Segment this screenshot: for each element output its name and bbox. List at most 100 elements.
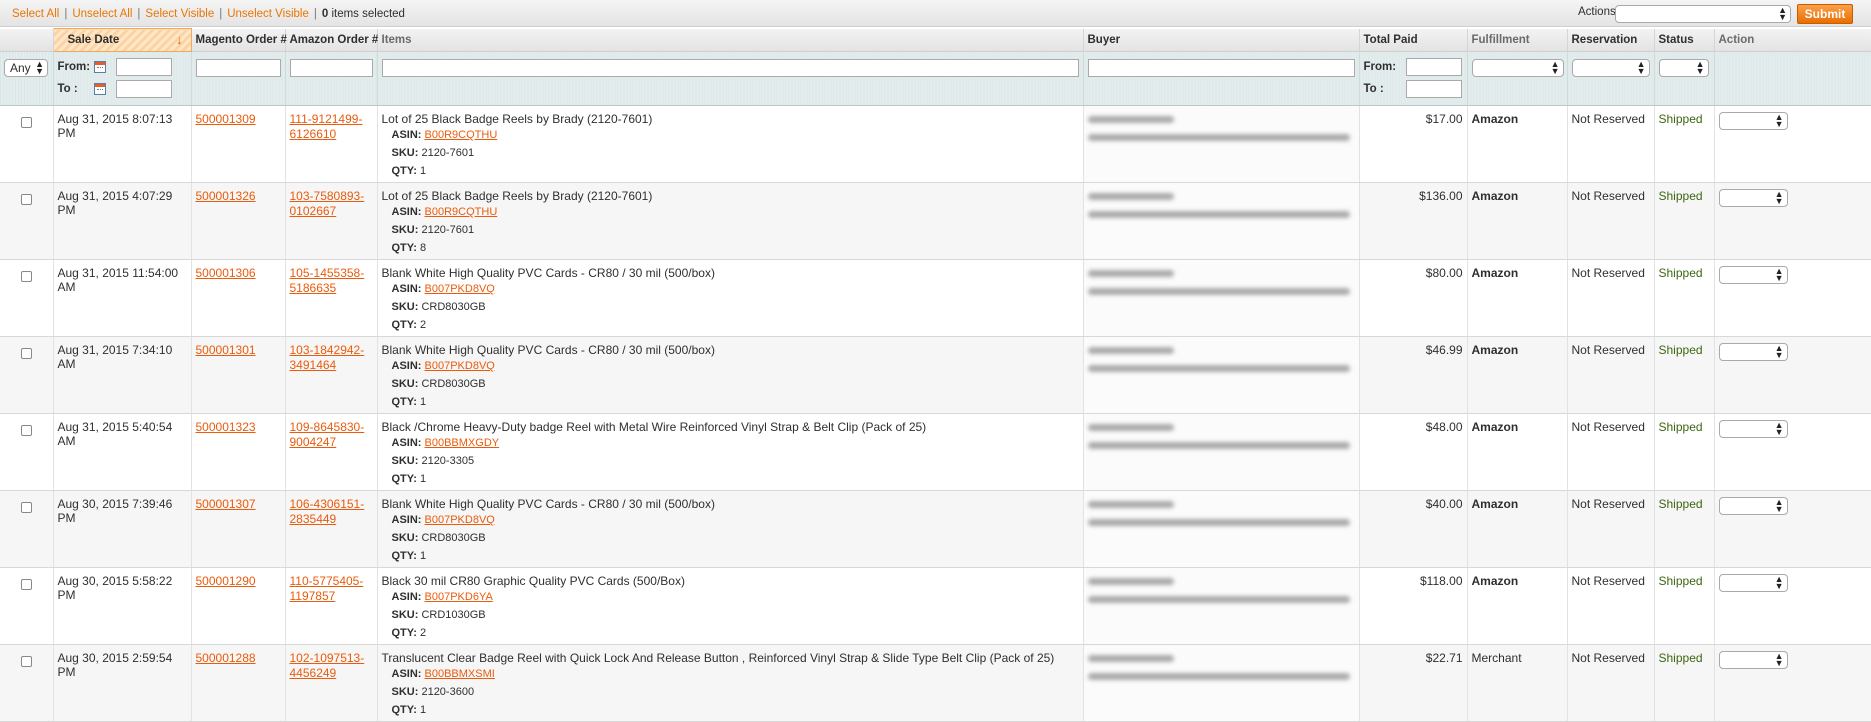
row-action-select[interactable]: ▲ ▼ <box>1718 343 1788 361</box>
row-action-select[interactable]: ▲ ▼ <box>1718 112 1788 130</box>
select-arrows-icon: ▲ ▼ <box>1774 497 1784 514</box>
buyer-email-redacted <box>1087 519 1350 526</box>
row-action-select[interactable]: ▲ ▼ <box>1718 189 1788 207</box>
amazon-order-link[interactable]: 110-5775405- 1197857 <box>290 574 364 603</box>
filter-massaction-select[interactable]: Any ▲ ▼ <box>4 59 48 77</box>
status-badge: Shipped <box>1658 574 1703 588</box>
buyer-name-redacted <box>1087 193 1174 200</box>
submit-button[interactable]: Submit <box>1797 4 1853 24</box>
amazon-order-link[interactable]: 106-4306151- 2835449 <box>290 497 365 526</box>
sku-label: SKU: <box>391 378 419 390</box>
row-checkbox[interactable] <box>20 271 32 282</box>
header-sale-date[interactable]: Sale Date ↓ <box>52 28 192 52</box>
actions-select[interactable]: ▲ ▼ <box>1615 5 1791 23</box>
select-visible-link[interactable]: Select Visible <box>145 8 214 20</box>
row-checkbox[interactable] <box>20 502 32 513</box>
unselect-visible-link[interactable]: Unselect Visible <box>227 8 309 20</box>
buyer-name-redacted <box>1087 116 1174 123</box>
sku-value: 2120-7601 <box>421 224 475 236</box>
qty-label: QTY: <box>391 165 417 177</box>
row-checkbox[interactable] <box>20 656 32 667</box>
asin-link[interactable]: B007PKD6YA <box>425 591 493 603</box>
asin-label: ASIN: <box>391 206 422 218</box>
magento-order-link[interactable]: 500001307 <box>196 497 256 511</box>
reservation: Not Reserved <box>1571 343 1645 357</box>
filter-date-from-label: From: <box>57 61 91 73</box>
filter-buyer-input[interactable] <box>1087 59 1355 77</box>
amazon-order-link[interactable]: 109-8645830- 9004247 <box>290 420 365 449</box>
filter-fulfillment-select[interactable]: ▲ ▼ <box>1471 59 1564 77</box>
filter-magento-input[interactable] <box>195 59 281 77</box>
amazon-order-link[interactable]: 105-1455358- 5186635 <box>290 266 365 295</box>
status-badge: Shipped <box>1658 112 1703 126</box>
asin-link[interactable]: B00BBMXGDY <box>425 437 500 449</box>
amazon-order-link[interactable]: 103-7580893- 0102667 <box>290 189 365 218</box>
magento-order-link[interactable]: 500001326 <box>196 189 256 203</box>
status-cell: Shipped <box>1654 336 1715 414</box>
sale-date-cell: Aug 31, 2015 5:40:54 AM <box>53 413 192 491</box>
qty-value: 8 <box>420 242 427 254</box>
order-row: Aug 31, 2015 4:07:29 PM 500001326 103-75… <box>0 182 1871 260</box>
amazon-order-part1: 103-1842942- <box>289 343 365 357</box>
unselect-all-link[interactable]: Unselect All <box>72 8 132 20</box>
filter-date-to-input[interactable] <box>115 80 172 98</box>
row-checkbox[interactable] <box>20 194 32 205</box>
header-magento-order[interactable]: Magento Order # <box>191 28 287 52</box>
asin-link[interactable]: B007PKD8VQ <box>425 514 495 526</box>
magento-order-link[interactable]: 500001301 <box>196 343 256 357</box>
buyer-cell <box>1083 182 1360 260</box>
row-action-select[interactable]: ▲ ▼ <box>1718 497 1788 515</box>
magento-order-link[interactable]: 500001306 <box>196 266 256 280</box>
filter-total-from-input[interactable] <box>1405 58 1462 76</box>
filter-reservation-select[interactable]: ▲ ▼ <box>1571 59 1650 77</box>
item-title: Lot of 25 Black Badge Reels by Brady (21… <box>381 112 653 126</box>
asin-link[interactable]: B00R9CQTHU <box>425 206 498 218</box>
header-total-paid[interactable]: Total Paid <box>1359 28 1468 52</box>
fulfillment: Amazon <box>1471 497 1519 511</box>
select-arrows-icon: ▲ ▼ <box>1636 59 1646 76</box>
magento-order-link[interactable]: 500001290 <box>196 574 256 588</box>
filter-items-input[interactable] <box>381 59 1079 77</box>
magento-order-link[interactable]: 500001288 <box>196 651 256 665</box>
header-reservation[interactable]: Reservation <box>1567 28 1655 52</box>
header-amazon-order[interactable]: Amazon Order # <box>285 28 378 52</box>
filter-status-cell: ▲ ▼ <box>1654 51 1715 106</box>
select-arrows-icon: ▲ ▼ <box>1774 651 1784 668</box>
row-checkbox[interactable] <box>20 348 32 359</box>
asin-link[interactable]: B007PKD8VQ <box>425 360 495 372</box>
filter-total-to-input[interactable] <box>1405 80 1462 98</box>
qty-value: 2 <box>420 319 427 331</box>
filter-status-select[interactable]: ▲ ▼ <box>1658 59 1709 77</box>
reservation-cell: Not Reserved <box>1567 567 1655 645</box>
row-checkbox[interactable] <box>20 117 32 128</box>
row-action-select[interactable]: ▲ ▼ <box>1718 574 1788 592</box>
header-status[interactable]: Status <box>1654 28 1715 52</box>
row-checkbox[interactable] <box>20 579 32 590</box>
total-paid-cell: $80.00 <box>1359 259 1468 337</box>
sale-date-cell: Aug 31, 2015 11:54:00 AM <box>53 259 192 337</box>
amazon-order-link[interactable]: 103-1842942- 3491464 <box>290 343 365 372</box>
row-action-select[interactable]: ▲ ▼ <box>1718 651 1788 669</box>
qty-value: 1 <box>420 473 427 485</box>
asin-link[interactable]: B00R9CQTHU <box>425 129 498 141</box>
amazon-order-link[interactable]: 111-9121499- 6126610 <box>290 112 363 141</box>
fulfillment: Amazon <box>1471 574 1519 588</box>
row-action-select[interactable]: ▲ ▼ <box>1718 420 1788 438</box>
row-checkbox[interactable] <box>20 425 32 436</box>
separator: | <box>64 8 68 20</box>
asin-link[interactable]: B00BBMXSMI <box>425 668 495 680</box>
row-action-select[interactable]: ▲ ▼ <box>1718 266 1788 284</box>
action-cell: ▲ ▼ <box>1714 567 1871 645</box>
asin-link[interactable]: B007PKD8VQ <box>425 283 495 295</box>
amazon-order-link[interactable]: 102-1097513- 4456249 <box>290 651 365 680</box>
magento-order-link[interactable]: 500001309 <box>196 112 256 126</box>
header-row: Sale Date ↓ Magento Order # Amazon Order … <box>0 28 1871 52</box>
calendar-icon[interactable] <box>93 61 106 73</box>
filter-amazon-input[interactable] <box>289 59 373 77</box>
calendar-icon[interactable] <box>93 83 106 95</box>
header-buyer[interactable]: Buyer <box>1083 28 1360 52</box>
filter-date-from-input[interactable] <box>115 58 172 76</box>
reservation-cell: Not Reserved <box>1567 644 1655 722</box>
magento-order-link[interactable]: 500001323 <box>196 420 256 434</box>
select-all-link[interactable]: Select All <box>12 8 59 20</box>
